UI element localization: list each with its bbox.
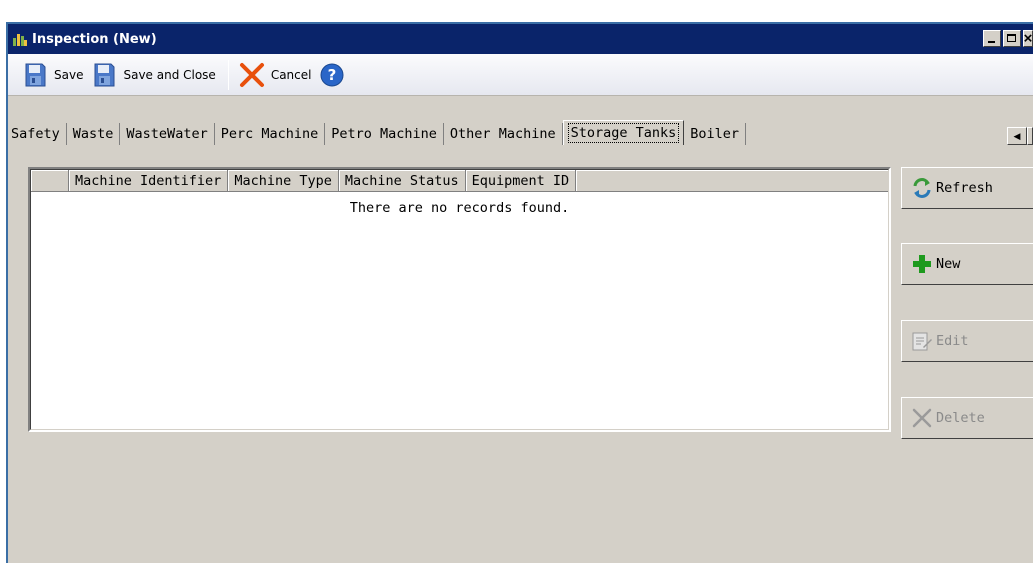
new-label: New xyxy=(936,256,961,272)
toolbar-separator xyxy=(227,59,229,90)
tab-label: Petro Machine xyxy=(331,126,437,142)
grid-frame: Machine Identifier Machine Type Machine … xyxy=(30,169,889,430)
delete-label: Delete xyxy=(936,410,985,426)
floppy-disk-icon xyxy=(91,62,117,88)
tab-label: Waste xyxy=(72,126,114,142)
tab-storage-tanks[interactable]: Storage Tanks xyxy=(562,120,685,145)
tab-other-machine[interactable]: Other Machine xyxy=(444,123,563,145)
tab-boiler[interactable]: Boiler xyxy=(684,123,747,145)
maximize-button[interactable] xyxy=(1003,30,1021,47)
minimize-button[interactable] xyxy=(983,30,1001,47)
edit-icon xyxy=(910,329,934,353)
tab-scroll-left-button[interactable]: ◀ xyxy=(1007,127,1027,145)
tab-safety[interactable]: Safety xyxy=(8,123,67,145)
left-arrow-icon: ◀ xyxy=(1013,130,1021,141)
title-bar[interactable]: Inspection (New) xyxy=(8,24,1033,54)
tab-perc-machine[interactable]: Perc Machine xyxy=(215,123,326,145)
tab-label: Safety xyxy=(11,126,60,142)
column-header-machine-type[interactable]: Machine Type xyxy=(228,170,339,192)
help-icon: ? xyxy=(319,62,345,88)
edit-label: Edit xyxy=(936,333,969,349)
column-header-equipment-id[interactable]: Equipment ID xyxy=(465,170,577,192)
header-filler xyxy=(576,170,888,192)
tab-label: Boiler xyxy=(690,126,740,142)
tab-wastewater[interactable]: WasteWater xyxy=(120,123,215,145)
save-label: Save xyxy=(54,67,84,82)
empty-message: There are no records found. xyxy=(349,200,570,216)
tab-scroll-right-button[interactable] xyxy=(1027,127,1033,145)
save-button[interactable]: Save xyxy=(20,59,89,91)
tab-strip: Safety Waste WasteWater Perc Machine Pet… xyxy=(8,120,1033,145)
floppy-disk-icon xyxy=(22,62,48,88)
new-button[interactable]: New xyxy=(901,243,1033,285)
tab-waste[interactable]: Waste xyxy=(67,123,121,145)
tab-label: Storage Tanks xyxy=(567,123,680,143)
tab-petro-machine[interactable]: Petro Machine xyxy=(325,123,444,145)
delete-button[interactable]: Delete xyxy=(901,397,1033,439)
column-header-machine-status[interactable]: Machine Status xyxy=(338,170,466,192)
save-and-close-label: Save and Close xyxy=(123,67,216,82)
column-header-machine-identifier[interactable]: Machine Identifier xyxy=(69,170,229,192)
machine-grid[interactable]: Machine Identifier Machine Type Machine … xyxy=(28,167,891,432)
delete-x-icon xyxy=(910,406,934,430)
app-icon xyxy=(12,31,28,47)
help-button[interactable]: ? xyxy=(317,59,357,91)
svg-text:?: ? xyxy=(328,66,337,84)
grid-header: Machine Identifier Machine Type Machine … xyxy=(31,170,888,192)
cancel-button[interactable]: Cancel xyxy=(237,59,318,91)
red-x-icon xyxy=(239,62,265,88)
refresh-button[interactable]: Refresh xyxy=(901,167,1033,209)
inspection-window: Inspection (New) Save Save and Close Can… xyxy=(6,22,1033,563)
plus-icon xyxy=(910,252,934,276)
tab-label: WasteWater xyxy=(126,126,208,142)
refresh-icon xyxy=(910,176,934,200)
close-button[interactable] xyxy=(1023,30,1033,47)
save-and-close-button[interactable]: Save and Close xyxy=(89,59,221,91)
caption-buttons xyxy=(981,30,1033,47)
toolbar: Save Save and Close Cancel ? xyxy=(8,54,1033,96)
tab-scroll-arrows: ◀ xyxy=(1007,127,1033,145)
window-title: Inspection (New) xyxy=(32,31,157,47)
tab-label: Perc Machine xyxy=(220,126,319,142)
tab-label: Other Machine xyxy=(449,126,556,142)
edit-button[interactable]: Edit xyxy=(901,320,1033,362)
row-selector-header[interactable] xyxy=(31,170,69,192)
cancel-label: Cancel xyxy=(270,67,312,82)
refresh-label: Refresh xyxy=(936,180,993,196)
